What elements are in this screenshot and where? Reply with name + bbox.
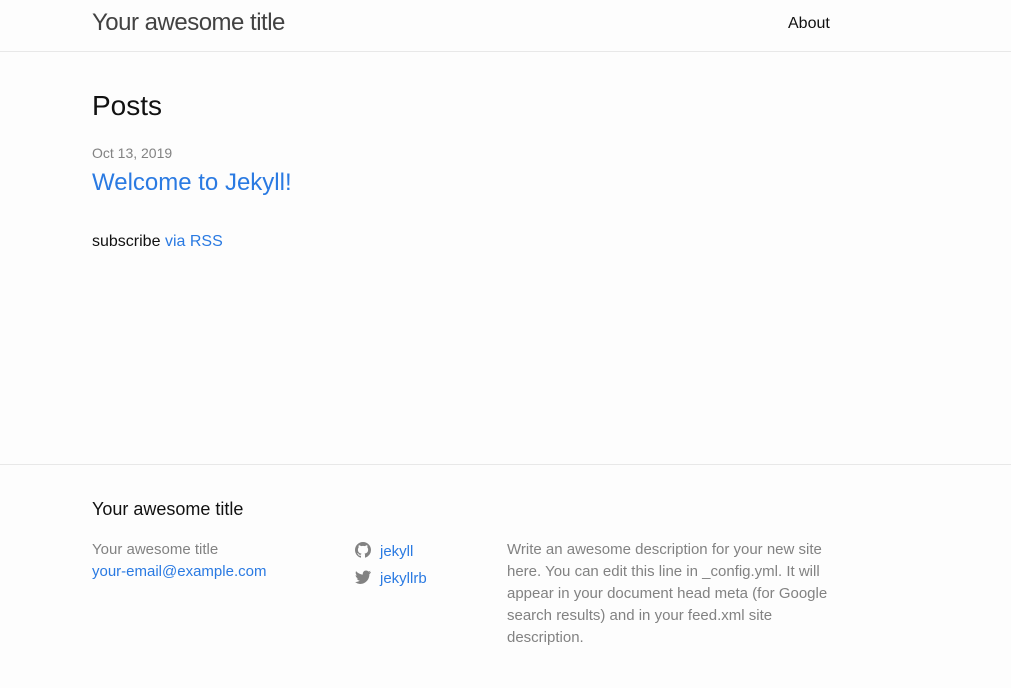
footer-heading: Your awesome title <box>92 499 244 519</box>
site-title-link[interactable]: Your awesome title <box>92 9 285 37</box>
footer-description: Write an awesome description for your ne… <box>507 541 828 646</box>
twitter-icon <box>355 569 380 589</box>
rss-subscribe: subscribe via RSS <box>92 233 223 251</box>
post-title-link[interactable]: Welcome to Jekyll! <box>92 169 292 197</box>
site-footer: Your awesome title Your awesome title yo… <box>0 464 1011 688</box>
footer-social-list: jekyll jekyllrb <box>355 538 427 592</box>
social-item-github[interactable]: jekyll <box>355 538 427 565</box>
social-item-twitter[interactable]: jekyllrb <box>355 565 427 592</box>
nav-link-about[interactable]: About <box>788 15 830 33</box>
footer-email-link[interactable]: your-email@example.com <box>92 561 266 583</box>
rss-link[interactable]: via RSS <box>165 233 223 250</box>
post-date: Oct 13, 2019 <box>92 145 173 161</box>
github-icon <box>355 541 380 562</box>
github-link[interactable]: jekyll <box>380 543 413 560</box>
site-header: Your awesome title About <box>0 0 1011 52</box>
footer-site-name: Your awesome title <box>92 541 219 558</box>
rss-subscribe-label: subscribe <box>92 233 161 250</box>
post-list-heading: Posts <box>92 90 163 121</box>
footer-contact: Your awesome title your-email@example.co… <box>92 539 266 583</box>
twitter-link[interactable]: jekyllrb <box>380 570 427 587</box>
